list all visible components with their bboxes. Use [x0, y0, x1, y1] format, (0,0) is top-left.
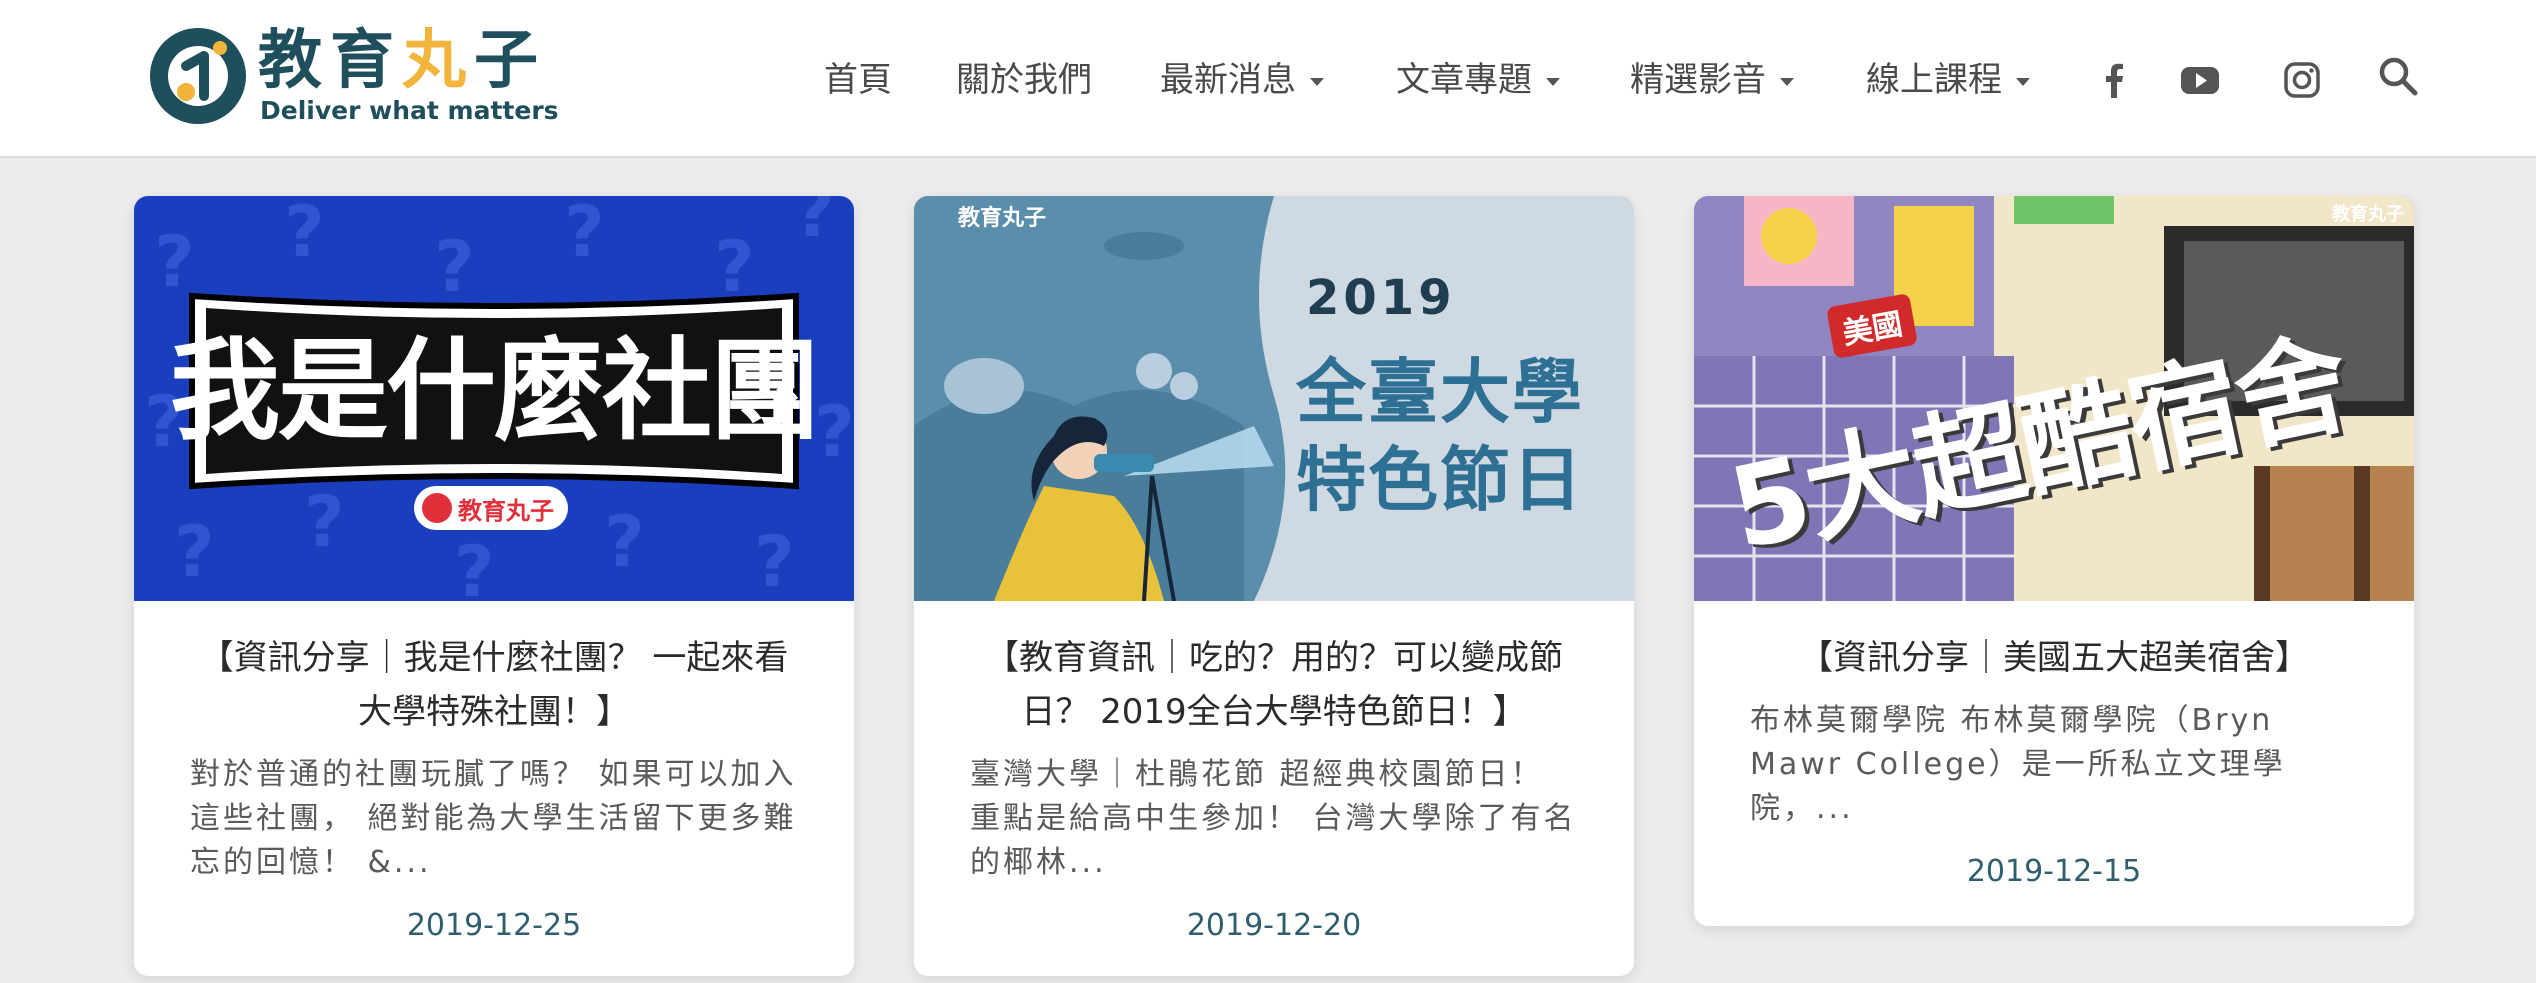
logo-title-accent: 丸 [402, 24, 474, 98]
post-title[interactable]: 【資訊分享｜我是什麼社團？ 一起來看大學特殊社團！】 [190, 631, 798, 739]
thumbnail-brand: 教育丸子 [958, 200, 1046, 232]
svg-text:?: ? [604, 501, 645, 583]
logo-mark-icon [150, 28, 246, 124]
nav-videos[interactable]: 精選影音 [1630, 50, 1794, 110]
logo-title: 教育丸子 [258, 26, 546, 96]
nav-about-label: 關於我們 [956, 60, 1092, 100]
svg-text:?: ? [454, 531, 495, 601]
thumbnail-brand: 教育丸子 [414, 486, 568, 530]
chevron-down-icon [1780, 77, 1794, 86]
site-header: 教育丸子 Deliver what matters 首頁 關於我們 最新消息 文… [0, 0, 2536, 158]
post-card[interactable]: ??? ??? ??? ??? ? 我是什麼社團 教育丸子 【資訊分享｜我是什麼… [134, 196, 854, 976]
thumbnail-line2: 特色節日 [1296, 439, 1584, 521]
thumbnail-year: 2019 [1306, 270, 1456, 326]
nav-home[interactable]: 首頁 [824, 50, 892, 110]
post-thumbnail[interactable]: 教育丸子 美國 5大超酷宿舍 [1694, 196, 2414, 601]
nav-home-label: 首頁 [824, 60, 892, 100]
svg-text:?: ? [284, 196, 325, 273]
nav-courses-label: 線上課程 [1866, 60, 2002, 100]
youtube-icon[interactable] [2178, 58, 2222, 102]
svg-text:?: ? [564, 196, 605, 273]
instagram-icon[interactable] [2280, 58, 2324, 102]
post-card[interactable]: 教育丸子 美國 5大超酷宿舍 【資訊分享｜美國五大超美宿舍】 布林莫爾學院 布林… [1694, 196, 2414, 926]
post-body: 【資訊分享｜我是什麼社團？ 一起來看大學特殊社團！】 對於普通的社團玩膩了嗎？ … [134, 601, 854, 971]
chevron-down-icon [1310, 77, 1324, 86]
logo-tagline: Deliver what matters [260, 96, 559, 125]
thumbnail-brand: 教育丸子 [2332, 200, 2404, 226]
post-body: 【資訊分享｜美國五大超美宿舍】 布林莫爾學院 布林莫爾學院（Bryn Mawr … [1694, 601, 2414, 917]
thumbnail-headline: 我是什麼社團 [170, 327, 820, 455]
facebook-icon[interactable] [2092, 58, 2136, 102]
svg-text:?: ? [174, 511, 215, 593]
chevron-down-icon [2016, 77, 2030, 86]
svg-text:?: ? [714, 226, 755, 308]
post-date: 2019-12-15 [1966, 854, 2142, 889]
nav-news-label: 最新消息 [1160, 60, 1296, 100]
logo-title-end: 子 [474, 24, 546, 98]
post-excerpt: 臺灣大學｜杜鵑花節 超經典校園節日！ 重點是給高中生參加！ 台灣大學除了有名的椰… [970, 757, 1577, 880]
svg-text:?: ? [754, 521, 795, 601]
svg-text:?: ? [304, 481, 345, 563]
nav-articles[interactable]: 文章專題 [1396, 50, 1560, 110]
thumbnail-brand-label: 教育丸子 [458, 496, 554, 525]
thumbnail-brand-label: 教育丸子 [958, 206, 1047, 231]
site-logo[interactable]: 教育丸子 Deliver what matters [148, 24, 559, 134]
nav-courses[interactable]: 線上課程 [1866, 50, 2030, 110]
post-thumbnail[interactable]: 教育丸子 2019 全臺大學 特色節日 [914, 196, 1634, 601]
search-icon[interactable] [2376, 54, 2420, 98]
post-title[interactable]: 【教育資訊｜吃的？用的？可以變成節日？ 2019全台大學特色節日！】 [970, 631, 1578, 739]
nav-about[interactable]: 關於我們 [956, 50, 1092, 110]
post-body: 【教育資訊｜吃的？用的？可以變成節日？ 2019全台大學特色節日！】 臺灣大學｜… [914, 601, 1634, 971]
thumbnail-line1: 全臺大學 [1296, 351, 1584, 433]
nav-news[interactable]: 最新消息 [1160, 50, 1324, 110]
nav-videos-label: 精選影音 [1630, 60, 1766, 100]
logo-title-main: 教育 [258, 24, 402, 98]
post-date: 2019-12-25 [406, 908, 582, 943]
post-excerpt: 布林莫爾學院 布林莫爾學院（Bryn Mawr College）是一所私立文理學… [1750, 703, 2286, 826]
post-title[interactable]: 【資訊分享｜美國五大超美宿舍】 [1750, 631, 2358, 685]
svg-text:?: ? [434, 226, 475, 308]
thumbnail-brand-label: 教育丸子 [2332, 204, 2404, 225]
post-thumbnail[interactable]: ??? ??? ??? ??? ? 我是什麼社團 教育丸子 [134, 196, 854, 601]
post-card[interactable]: 教育丸子 2019 全臺大學 特色節日 【教育資訊｜吃的？用的？可以變成節日？ … [914, 196, 1634, 976]
svg-text:?: ? [794, 196, 835, 253]
post-excerpt: 對於普通的社團玩膩了嗎？ 如果可以加入這些社團， 絕對能為大學生活留下更多難忘的… [190, 757, 797, 880]
post-date: 2019-12-20 [1186, 908, 1362, 943]
chevron-down-icon [1546, 77, 1560, 86]
logo-mark-icon [422, 493, 452, 523]
nav-articles-label: 文章專題 [1396, 60, 1532, 100]
svg-text:?: ? [154, 221, 195, 303]
